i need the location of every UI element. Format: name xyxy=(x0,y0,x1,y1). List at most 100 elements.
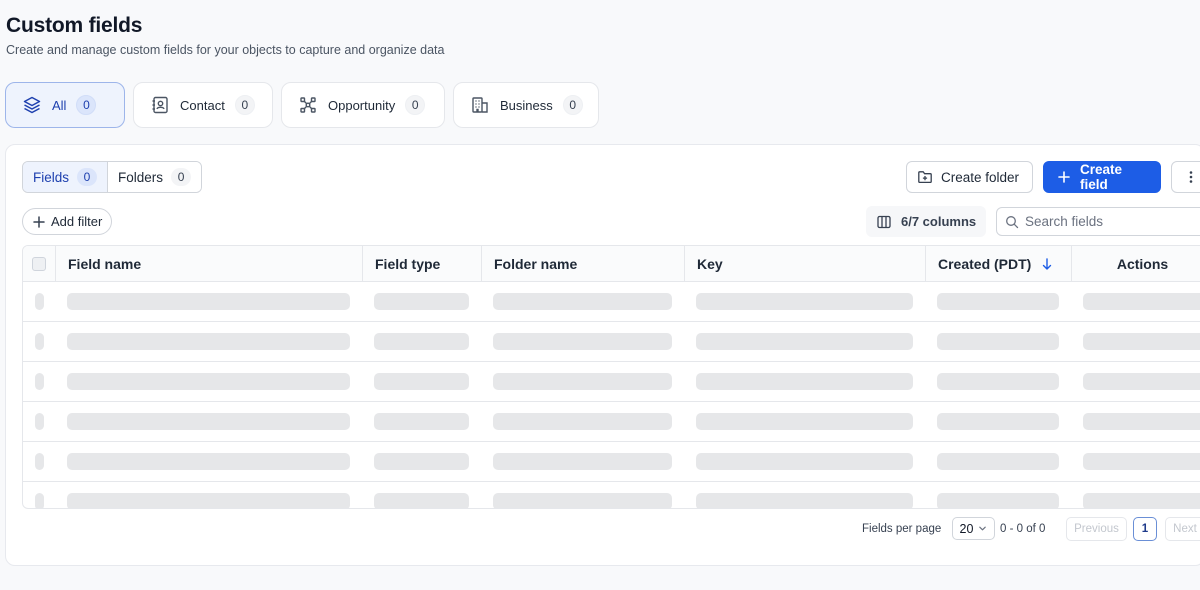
skeleton-placeholder xyxy=(937,333,1059,350)
skeleton-placeholder xyxy=(696,293,913,310)
column-header-actions: Actions xyxy=(1072,246,1200,282)
skeleton-placeholder xyxy=(937,413,1059,430)
per-page-select[interactable]: 20 xyxy=(952,517,995,540)
skeleton-placeholder xyxy=(696,373,913,390)
skeleton-placeholder xyxy=(374,293,469,310)
object-tab-business[interactable]: Business 0 xyxy=(453,82,599,128)
skeleton-placeholder xyxy=(493,293,672,310)
view-toggle: Fields 0 Folders 0 xyxy=(22,161,203,193)
skeleton-placeholder xyxy=(67,453,350,470)
add-filter-button[interactable]: Add filter xyxy=(22,208,113,235)
per-page-value: 20 xyxy=(959,521,974,536)
table-row xyxy=(23,362,1200,402)
create-folder-button[interactable]: Create folder xyxy=(906,161,1033,193)
columns-button[interactable]: 6/7 columns xyxy=(866,206,987,237)
column-header-label: Key xyxy=(697,256,723,272)
toggle-folders[interactable]: Folders 0 xyxy=(107,162,202,192)
table-row xyxy=(23,282,1200,322)
page-title: Custom fields xyxy=(6,14,143,37)
more-options-button[interactable] xyxy=(1171,161,1200,193)
skeleton-placeholder xyxy=(493,493,672,508)
column-header-field-name[interactable]: Field name xyxy=(56,246,363,282)
object-tab-all[interactable]: All 0 xyxy=(5,82,125,128)
skeleton-placeholder xyxy=(35,453,44,470)
skeleton-placeholder xyxy=(35,373,44,390)
count-badge: 0 xyxy=(171,168,192,186)
column-header-key[interactable]: Key xyxy=(685,246,926,282)
skeleton-placeholder xyxy=(1083,373,1200,390)
folder-plus-icon xyxy=(917,169,933,185)
skeleton-placeholder xyxy=(493,453,672,470)
columns-icon xyxy=(876,214,892,230)
object-tab-contact[interactable]: Contact 0 xyxy=(133,82,273,128)
column-header-folder-name[interactable]: Folder name xyxy=(482,246,685,282)
plus-icon xyxy=(32,215,46,229)
column-header-field-type[interactable]: Field type xyxy=(363,246,482,282)
skeleton-placeholder xyxy=(696,453,913,470)
contact-book-icon xyxy=(150,95,170,115)
skeleton-placeholder xyxy=(35,293,44,310)
plus-icon xyxy=(1056,169,1072,185)
column-header-label: Field name xyxy=(68,256,142,272)
skeleton-placeholder xyxy=(1083,413,1200,430)
page-button-current[interactable]: 1 xyxy=(1133,517,1157,541)
skeleton-placeholder xyxy=(67,413,350,430)
count-badge: 0 xyxy=(562,95,583,115)
skeleton-placeholder xyxy=(937,373,1059,390)
next-page-button[interactable]: Next xyxy=(1165,517,1200,541)
sort-descending-icon[interactable] xyxy=(1041,257,1053,271)
range-label: 0 - 0 of 0 xyxy=(1000,523,1046,535)
skeleton-placeholder xyxy=(374,333,469,350)
skeleton-placeholder xyxy=(493,373,672,390)
skeleton-placeholder xyxy=(67,333,350,350)
search-box xyxy=(996,207,1200,236)
skeleton-placeholder xyxy=(67,373,350,390)
skeleton-placeholder xyxy=(374,373,469,390)
page-subtitle: Create and manage custom fields for your… xyxy=(6,43,445,57)
skeleton-placeholder xyxy=(1083,453,1200,470)
create-field-button[interactable]: Create field xyxy=(1043,161,1161,193)
skeleton-placeholder xyxy=(493,413,672,430)
count-badge: 0 xyxy=(77,168,98,186)
count-badge: 0 xyxy=(234,95,255,115)
previous-page-button[interactable]: Previous xyxy=(1066,517,1127,541)
skeleton-placeholder xyxy=(696,493,913,508)
toggle-label: Fields xyxy=(33,169,70,185)
fields-table: Field name Field type Folder name Key Cr… xyxy=(22,245,1200,509)
search-input[interactable] xyxy=(1025,214,1200,229)
create-folder-label: Create folder xyxy=(941,169,1020,185)
fields-card: Fields 0 Folders 0 Create folder Create … xyxy=(5,144,1200,566)
skeleton-placeholder xyxy=(35,493,44,508)
object-tab-label: Contact xyxy=(180,97,225,113)
object-tab-label: All xyxy=(52,97,67,113)
building-icon xyxy=(470,95,490,115)
layers-icon xyxy=(22,95,42,115)
table-row xyxy=(23,322,1200,362)
toggle-fields[interactable]: Fields 0 xyxy=(23,162,108,192)
select-all-cell xyxy=(23,246,56,282)
object-tab-opportunity[interactable]: Opportunity 0 xyxy=(281,82,445,128)
column-header-label: Folder name xyxy=(494,256,578,272)
table-row xyxy=(23,482,1200,508)
column-header-created[interactable]: Created (PDT) xyxy=(926,246,1072,282)
more-vertical-icon xyxy=(1183,169,1199,185)
skeleton-placeholder xyxy=(1083,293,1200,310)
table-row xyxy=(23,442,1200,482)
column-header-label: Actions xyxy=(1116,256,1169,272)
skeleton-placeholder xyxy=(937,493,1059,508)
skeleton-placeholder xyxy=(374,413,469,430)
skeleton-placeholder xyxy=(493,333,672,350)
add-filter-label: Add filter xyxy=(51,214,103,229)
toggle-label: Folders xyxy=(118,169,164,185)
skeleton-placeholder xyxy=(374,493,469,508)
table-header: Field name Field type Folder name Key Cr… xyxy=(23,246,1200,282)
skeleton-placeholder xyxy=(937,293,1059,310)
object-tab-label: Opportunity xyxy=(328,97,396,113)
count-badge: 0 xyxy=(76,95,97,115)
column-header-label: Field type xyxy=(375,256,441,272)
skeleton-placeholder xyxy=(374,453,469,470)
chevron-down-icon xyxy=(978,524,987,533)
skeleton-placeholder xyxy=(696,413,913,430)
skeleton-placeholder xyxy=(67,493,350,508)
select-all-checkbox[interactable] xyxy=(32,257,46,271)
